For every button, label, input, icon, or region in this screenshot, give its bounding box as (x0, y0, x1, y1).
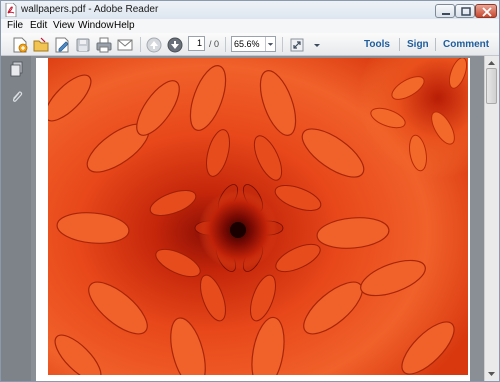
menu-view[interactable]: View (53, 20, 75, 31)
menu-file[interactable]: File (7, 20, 23, 31)
sign-link[interactable]: Sign (407, 39, 429, 50)
scroll-down-icon[interactable] (485, 368, 498, 380)
comment-link[interactable]: Comment (443, 39, 489, 50)
title-bar: wallpapers.pdf - Adobe Reader (1, 1, 499, 19)
previous-page-icon[interactable] (145, 36, 163, 54)
page-number-input[interactable]: 1 (188, 36, 205, 51)
tools-link[interactable]: Tools (364, 39, 390, 50)
menu-bar: File Edit View Window Help (1, 19, 499, 33)
toolbar-separator (225, 37, 226, 52)
navigation-pane (1, 56, 31, 381)
link-divider (399, 38, 400, 51)
app-window: wallpapers.pdf - Adobe Reader File Edit … (0, 0, 500, 382)
minimize-icon (442, 13, 450, 15)
maximize-button[interactable] (455, 4, 475, 18)
page-thumbnails-icon[interactable] (10, 61, 23, 77)
menu-window[interactable]: Window (78, 20, 114, 31)
link-divider (435, 38, 436, 51)
chevron-down-icon[interactable] (265, 37, 275, 51)
maximize-icon (461, 7, 471, 16)
toolbar-separator (140, 37, 141, 52)
menu-help[interactable]: Help (114, 20, 135, 31)
menu-edit[interactable]: Edit (30, 20, 47, 31)
select-tool-icon[interactable] (288, 36, 306, 54)
edit-icon[interactable] (53, 36, 71, 54)
chrysanthemum-image (48, 58, 468, 375)
create-pdf-icon[interactable] (11, 36, 29, 54)
vertical-scrollbar[interactable] (484, 56, 499, 381)
zoom-value: 65.6% (234, 39, 260, 49)
close-button[interactable] (475, 4, 497, 18)
next-page-icon[interactable] (166, 36, 184, 54)
window-title: wallpapers.pdf - Adobe Reader (21, 4, 159, 15)
page-total: / 0 (209, 39, 220, 49)
zoom-menu-icon[interactable] (308, 36, 326, 54)
close-icon (482, 7, 492, 17)
open-icon[interactable] (32, 36, 50, 54)
email-icon[interactable] (116, 36, 134, 54)
print-icon[interactable] (95, 36, 113, 54)
pdf-icon (5, 3, 17, 17)
toolbar-separator (282, 37, 283, 52)
scrollbar-thumb[interactable] (486, 68, 497, 104)
minimize-button[interactable] (435, 4, 455, 18)
attachments-icon[interactable] (10, 89, 23, 105)
save-icon[interactable] (74, 36, 92, 54)
wallpaper-image (48, 58, 468, 375)
